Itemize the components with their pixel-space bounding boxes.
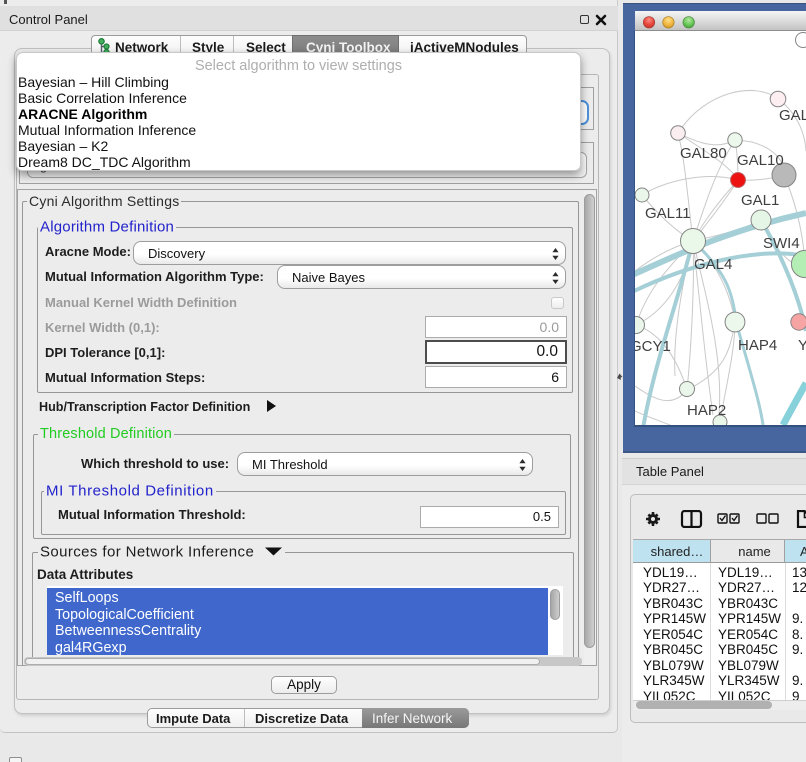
svg-text:GAL11: GAL11 bbox=[645, 205, 691, 222]
svg-text:Y: Y bbox=[798, 337, 806, 354]
svg-text:GAL10: GAL10 bbox=[737, 152, 784, 169]
svg-text:SWI4: SWI4 bbox=[763, 235, 800, 252]
svg-text:GAL4: GAL4 bbox=[694, 256, 732, 273]
svg-text:GAL80: GAL80 bbox=[680, 145, 727, 162]
svg-text:GAL7: GAL7 bbox=[779, 107, 806, 124]
svg-text:HAP2: HAP2 bbox=[687, 402, 726, 419]
svg-text:HAP4: HAP4 bbox=[738, 337, 777, 354]
svg-text:GAL1: GAL1 bbox=[741, 192, 779, 209]
svg-text:GCY1: GCY1 bbox=[635, 338, 671, 355]
